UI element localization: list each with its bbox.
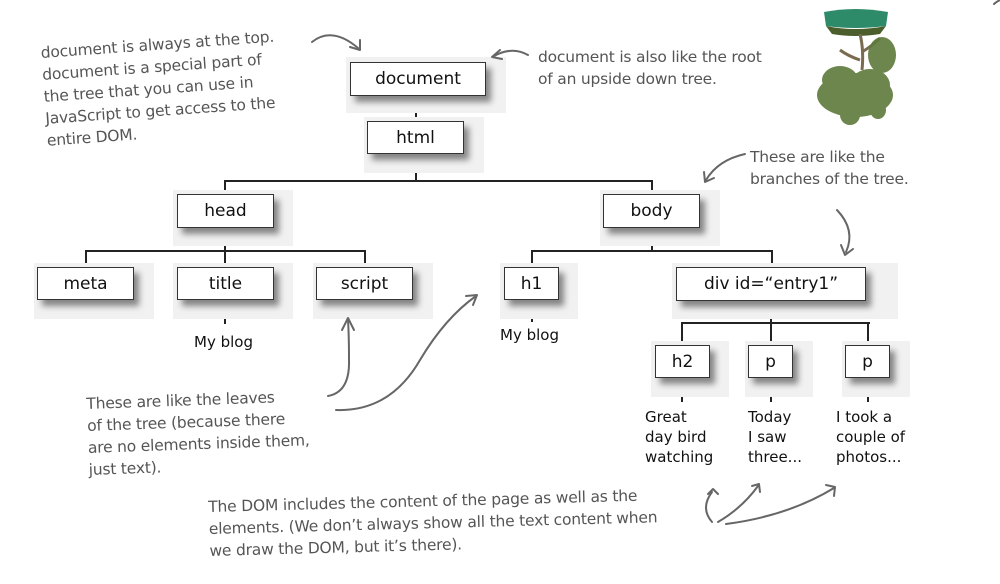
edge-div-branch [681,322,870,324]
annotation-content: The DOM includes the content of the page… [208,486,658,560]
annotation-leaves: These are like the leaves of the tree (b… [86,388,310,479]
tree-pot [824,9,888,36]
node-script: script [316,267,413,300]
arrow-to-p2-text [725,484,836,525]
node-p-1: p [748,345,793,378]
edge-body-branch [531,250,773,252]
node-body: body [603,194,700,228]
text-node-h1: My blog [500,326,559,344]
node-head: head [177,194,274,228]
node-meta: meta [37,267,134,300]
arrow-to-document [311,34,361,51]
arrow-to-tree [993,0,1000,5]
node-document: document [350,62,486,96]
arrow-to-h2-text [705,488,719,523]
text-node-title: My blog [194,333,253,351]
node-div-entry1: div id=“entry1” [676,267,866,301]
arrow-to-div [836,209,854,256]
text-node-p2: I took a couple of photos... [836,408,906,466]
tree-foliage [817,37,896,125]
edge-html-branch [224,180,652,182]
node-title: title [177,267,274,300]
annotation-branches: These are like the branches of the tree. [750,148,909,188]
node-h1: h1 [504,267,559,300]
node-html: html [367,121,464,154]
node-p-2: p [845,345,890,378]
arrow-to-script [327,317,355,397]
text-node-h2: Great day bird watching [645,408,714,466]
text-node-p1: Today I saw three... [748,408,802,466]
node-h2: h2 [655,345,710,378]
annotation-document-top: document is always at the top. document … [40,27,276,150]
arrow-to-p1-text [717,483,761,523]
annotation-document-root: document is also like the root of an ups… [538,48,762,88]
arrow-to-body [703,153,746,183]
upside-down-tree-image [817,9,896,125]
